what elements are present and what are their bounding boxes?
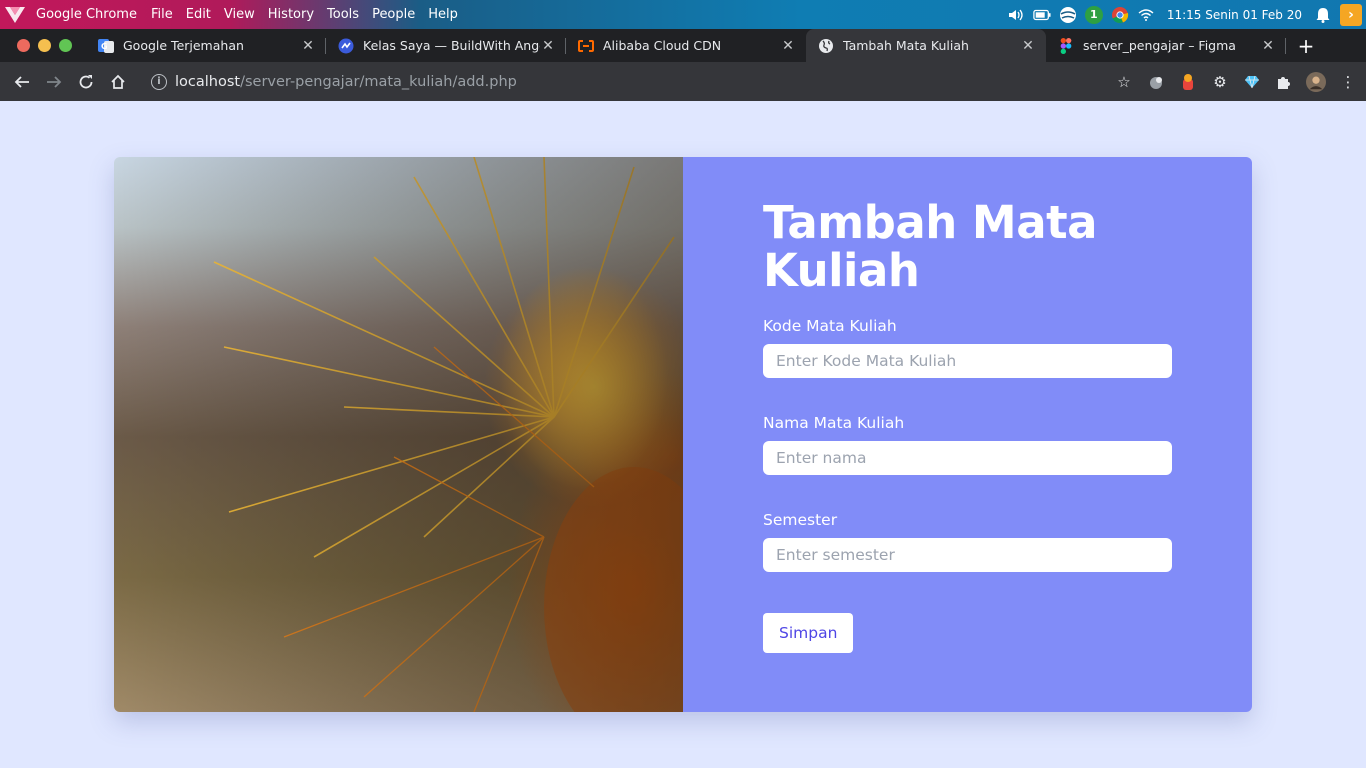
new-tab-button[interactable]: + [1286, 29, 1326, 62]
tab-title: Google Terjemahan [123, 38, 244, 53]
home-button[interactable] [102, 66, 134, 98]
extension-diamond-icon[interactable] [1242, 72, 1262, 92]
address-bar[interactable]: i localhost/server-pengajar/mata_kuliah/… [140, 66, 1100, 97]
google-translate-icon: G [98, 38, 114, 54]
field-nama-group: Nama Mata Kuliah [763, 414, 1172, 498]
kode-label: Kode Mata Kuliah [763, 317, 897, 335]
os-app-name: Google Chrome [36, 7, 137, 22]
battery-icon[interactable] [1033, 6, 1051, 24]
tab-alibaba-cloud[interactable]: Alibaba Cloud CDN ✕ [566, 29, 806, 62]
tab-title: Kelas Saya — BuildWith Angga [363, 38, 540, 53]
semester-label: Semester [763, 511, 838, 529]
network-globe-icon[interactable] [1059, 6, 1077, 24]
os-top-panel: Google Chrome File Edit View History Too… [0, 0, 1366, 29]
volume-icon[interactable] [1007, 6, 1025, 24]
wifi-icon[interactable] [1137, 6, 1155, 24]
close-tab-icon[interactable]: ✕ [1260, 38, 1276, 54]
close-tab-icon[interactable]: ✕ [780, 38, 796, 54]
menu-edit[interactable]: Edit [186, 7, 211, 22]
kode-mata-kuliah-input[interactable] [763, 344, 1172, 378]
back-button[interactable] [6, 66, 38, 98]
chrome-icon[interactable] [1111, 6, 1129, 24]
field-kode-group: Kode Mata Kuliah [763, 317, 1172, 401]
figma-icon [1058, 37, 1074, 54]
page-body: Tambah Mata Kuliah Kode Mata Kuliah Nama… [0, 101, 1366, 768]
os-logo-icon[interactable] [0, 0, 30, 29]
alibaba-cloud-icon [578, 38, 594, 54]
toolbar-actions: ☆ ⚙ ⋮ [1114, 62, 1358, 101]
url-path: /server-pengajar/mata_kuliah/add.php [240, 73, 517, 90]
close-tab-icon[interactable]: ✕ [1020, 38, 1036, 54]
simpan-button[interactable]: Simpan [763, 613, 854, 653]
maximize-window-button[interactable] [59, 39, 72, 52]
nama-label: Nama Mata Kuliah [763, 414, 905, 432]
menu-people[interactable]: People [372, 7, 415, 22]
url-host: localhost [175, 73, 241, 90]
tab-title: Tambah Mata Kuliah [843, 38, 969, 53]
menu-view[interactable]: View [224, 7, 255, 22]
tab-title: Alibaba Cloud CDN [603, 38, 722, 53]
profile-avatar[interactable] [1306, 71, 1326, 92]
menu-history[interactable]: History [268, 7, 314, 22]
extension-cloud-icon[interactable] [1146, 72, 1166, 92]
browser-toolbar: i localhost/server-pengajar/mata_kuliah/… [0, 62, 1366, 101]
close-tab-icon[interactable]: ✕ [300, 38, 316, 54]
window-controls [0, 29, 86, 62]
svg-text:G: G [101, 42, 108, 51]
tab-figma[interactable]: server_pengajar – Figma ✕ [1046, 29, 1286, 62]
menu-tools[interactable]: Tools [327, 7, 359, 22]
menu-file[interactable]: File [151, 7, 173, 22]
os-clock[interactable]: 11:15 Senin 01 Feb 20 [1167, 8, 1302, 22]
notification-badge[interactable]: 1 [1084, 5, 1103, 24]
chrome-menu-icon[interactable]: ⋮ [1338, 72, 1358, 92]
semester-input[interactable] [763, 538, 1172, 572]
buildwithangga-icon [338, 38, 354, 54]
site-info-icon[interactable]: i [151, 73, 167, 90]
cactus-photo [114, 157, 683, 712]
extensions-puzzle-icon[interactable] [1274, 72, 1294, 92]
form-panel: Tambah Mata Kuliah Kode Mata Kuliah Nama… [683, 157, 1252, 712]
page-title: Tambah Mata Kuliah [763, 196, 1097, 297]
tab-strip: G Google Terjemahan ✕ Kelas Saya — Build… [0, 29, 1366, 62]
tab-title: server_pengajar – Figma [1083, 38, 1236, 53]
forward-button[interactable] [38, 66, 70, 98]
close-tab-icon[interactable]: ✕ [540, 38, 556, 54]
panel-expand-icon[interactable]: › [1340, 3, 1362, 26]
bookmark-star-icon[interactable]: ☆ [1114, 72, 1134, 92]
reload-button[interactable] [70, 66, 102, 98]
settings-gear-icon[interactable]: ⚙ [1210, 72, 1230, 92]
minimize-window-button[interactable] [38, 39, 51, 52]
tab-google-terjemahan[interactable]: G Google Terjemahan ✕ [86, 29, 326, 62]
close-window-button[interactable] [17, 39, 30, 52]
field-semester-group: Semester [763, 511, 1172, 572]
form-card: Tambah Mata Kuliah Kode Mata Kuliah Nama… [114, 157, 1252, 712]
bell-icon[interactable] [1314, 6, 1332, 24]
extension-mascot-icon[interactable] [1178, 72, 1198, 92]
globe-icon [818, 38, 834, 54]
tab-tambah-mata-kuliah[interactable]: Tambah Mata Kuliah ✕ [806, 29, 1046, 62]
badge-count: 1 [1084, 5, 1103, 24]
tab-buildwithangga[interactable]: Kelas Saya — BuildWith Angga ✕ [326, 29, 566, 62]
menu-help[interactable]: Help [428, 7, 458, 22]
nama-mata-kuliah-input[interactable] [763, 441, 1172, 475]
